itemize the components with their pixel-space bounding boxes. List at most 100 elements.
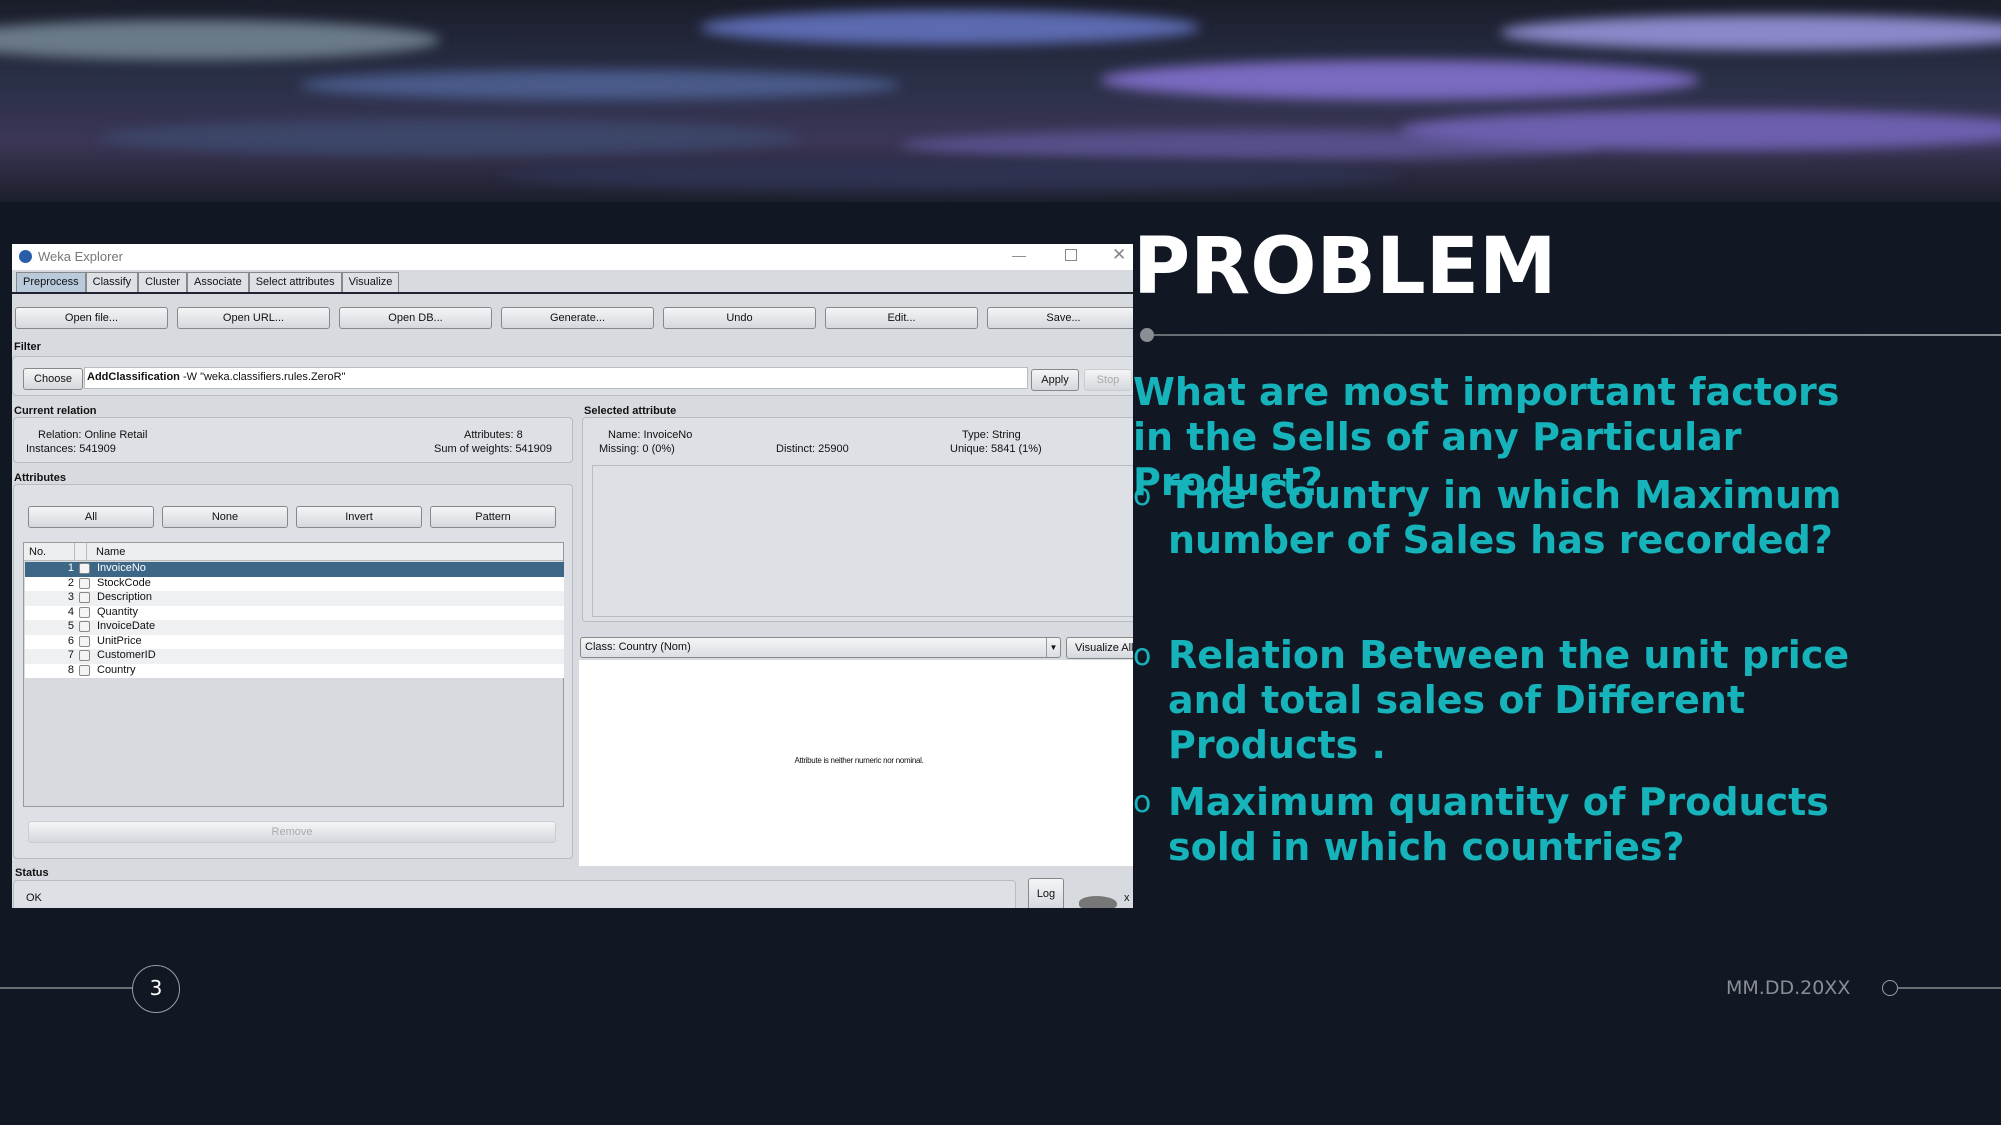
stop-button: Stop: [1084, 369, 1132, 391]
row-checkbox[interactable]: [79, 563, 90, 574]
edit-button[interactable]: Edit...: [825, 307, 978, 329]
tab-bar: Preprocess Classify Cluster Associate Se…: [16, 272, 400, 292]
apply-button[interactable]: Apply: [1031, 369, 1079, 391]
save-button[interactable]: Save...: [987, 307, 1133, 329]
row-checkbox[interactable]: [79, 635, 90, 647]
remove-button: Remove: [28, 821, 556, 843]
select-none-button[interactable]: None: [162, 506, 288, 528]
attributes-table: No. Name 1 InvoiceNo 2 StockCode 3 Descriptio…: [23, 542, 564, 807]
open-file-button[interactable]: Open file...: [15, 307, 168, 329]
tab-divider: [12, 292, 1133, 294]
log-button[interactable]: Log: [1028, 878, 1064, 908]
status-label: Status: [15, 867, 49, 879]
attr-unique: Unique: 5841 (1%): [950, 443, 1042, 455]
pattern-button[interactable]: Pattern: [430, 506, 556, 528]
sum-of-weights: Sum of weights: 541909: [434, 443, 553, 455]
instances-count: Instances: 541909: [26, 443, 116, 455]
table-row[interactable]: 7 CustomerID: [25, 649, 564, 664]
title-bar: Weka Explorer — ✕: [12, 244, 1133, 270]
bullet-text: Maximum quantity of Products sold in whi…: [1168, 780, 1829, 869]
bullet-item: o The Country in which Maximum number of …: [1133, 473, 1893, 563]
attr-distinct: Distinct: 25900: [776, 443, 849, 455]
choose-button[interactable]: Choose: [23, 368, 83, 390]
row-name: Quantity: [97, 605, 138, 618]
attr-type: Type: String: [962, 429, 1021, 441]
attribute-stats-area: [592, 465, 1133, 617]
row-number: 7: [67, 649, 74, 661]
invert-button[interactable]: Invert: [296, 506, 422, 528]
tab-associate[interactable]: Associate: [187, 272, 249, 292]
attr-missing: Missing: 0 (0%): [599, 443, 675, 455]
footer-circle: [1882, 980, 1898, 996]
row-checkbox[interactable]: [79, 577, 90, 589]
select-all-button[interactable]: All: [28, 506, 154, 528]
class-select-value: Class: Country (Nom): [585, 641, 691, 653]
row-name: Description: [97, 591, 153, 603]
row-checkbox[interactable]: [79, 664, 90, 676]
minimize-button[interactable]: —: [1012, 247, 1026, 263]
col-name: Name: [96, 546, 126, 558]
filter-label: Filter: [14, 341, 41, 353]
bullet-icon: o: [1133, 478, 1152, 513]
header-banner-image: [0, 0, 2001, 202]
table-row[interactable]: 2 StockCode: [25, 576, 564, 591]
open-db-button[interactable]: Open DB...: [339, 307, 492, 329]
weka-bird-icon: [1079, 896, 1117, 908]
row-checkbox[interactable]: [79, 621, 90, 632]
tab-classify[interactable]: Classify: [85, 272, 139, 292]
row-checkbox[interactable]: [79, 592, 90, 603]
task-count: x: [1124, 892, 1130, 904]
attributes-count: Attributes: 8: [464, 429, 523, 441]
bullet-icon: o: [1133, 638, 1152, 673]
divider-dot: [1140, 328, 1154, 342]
bullet-icon: o: [1133, 785, 1152, 820]
bullet-text: Relation Between the unit price and tota…: [1168, 633, 1850, 767]
visualize-all-button[interactable]: Visualize All: [1066, 637, 1133, 659]
close-button[interactable]: ✕: [1112, 245, 1126, 265]
table-row[interactable]: 3 Description: [25, 591, 564, 606]
table-row[interactable]: 1 InvoiceNo: [25, 562, 564, 577]
status-panel: [13, 880, 1016, 908]
row-checkbox[interactable]: [79, 650, 90, 661]
bullet-item: o Maximum quantity of Products sold in wh…: [1133, 780, 1893, 870]
tab-preprocess[interactable]: Preprocess: [16, 272, 86, 292]
table-row[interactable]: 8 Country: [25, 663, 564, 678]
undo-button[interactable]: Undo: [663, 307, 816, 329]
footer-line-left: [0, 987, 132, 989]
filter-field[interactable]: AddClassification -W "weka.classifiers.r…: [84, 367, 1028, 389]
slide-date: MM.DD.20XX: [1726, 977, 1851, 999]
table-row[interactable]: 6 UnitPrice: [25, 634, 564, 649]
row-name: StockCode: [97, 576, 151, 589]
tab-select-attributes[interactable]: Select attributes: [248, 272, 342, 292]
footer-line-right: [1898, 987, 2001, 989]
filter-args: -W "weka.classifiers.rules.ZeroR": [179, 371, 346, 383]
title-divider: [1154, 334, 2001, 336]
current-relation-label: Current relation: [14, 405, 97, 417]
tab-cluster[interactable]: Cluster: [138, 272, 187, 292]
selected-attribute-label: Selected attribute: [584, 405, 677, 417]
row-name: UnitPrice: [97, 634, 142, 647]
row-name: InvoiceDate: [97, 620, 156, 632]
tab-visualize[interactable]: Visualize: [341, 272, 400, 292]
col-no: No.: [29, 546, 47, 558]
row-name: Country: [97, 663, 136, 676]
table-row[interactable]: 5 InvoiceDate: [25, 620, 564, 635]
attributes-label: Attributes: [14, 472, 66, 484]
row-number: 2: [67, 576, 74, 589]
maximize-button[interactable]: [1065, 249, 1077, 261]
table-header: No. Name: [24, 543, 563, 561]
open-url-button[interactable]: Open URL...: [177, 307, 330, 329]
generate-button[interactable]: Generate...: [501, 307, 654, 329]
row-number: 6: [67, 634, 74, 647]
relation-name: Relation: Online Retail: [38, 429, 148, 441]
row-name: CustomerID: [97, 649, 156, 661]
row-number: 5: [67, 620, 74, 632]
table-row[interactable]: 4 Quantity: [25, 605, 564, 620]
filter-name: AddClassification: [87, 371, 180, 383]
row-checkbox[interactable]: [79, 606, 90, 618]
plot-message: Attribute is neither numeric nor nominal…: [794, 756, 924, 765]
class-select[interactable]: Class: Country (Nom) ▼: [580, 637, 1061, 658]
row-number: 1: [67, 562, 74, 574]
status-text: OK: [26, 892, 42, 904]
row-number: 3: [67, 591, 74, 603]
